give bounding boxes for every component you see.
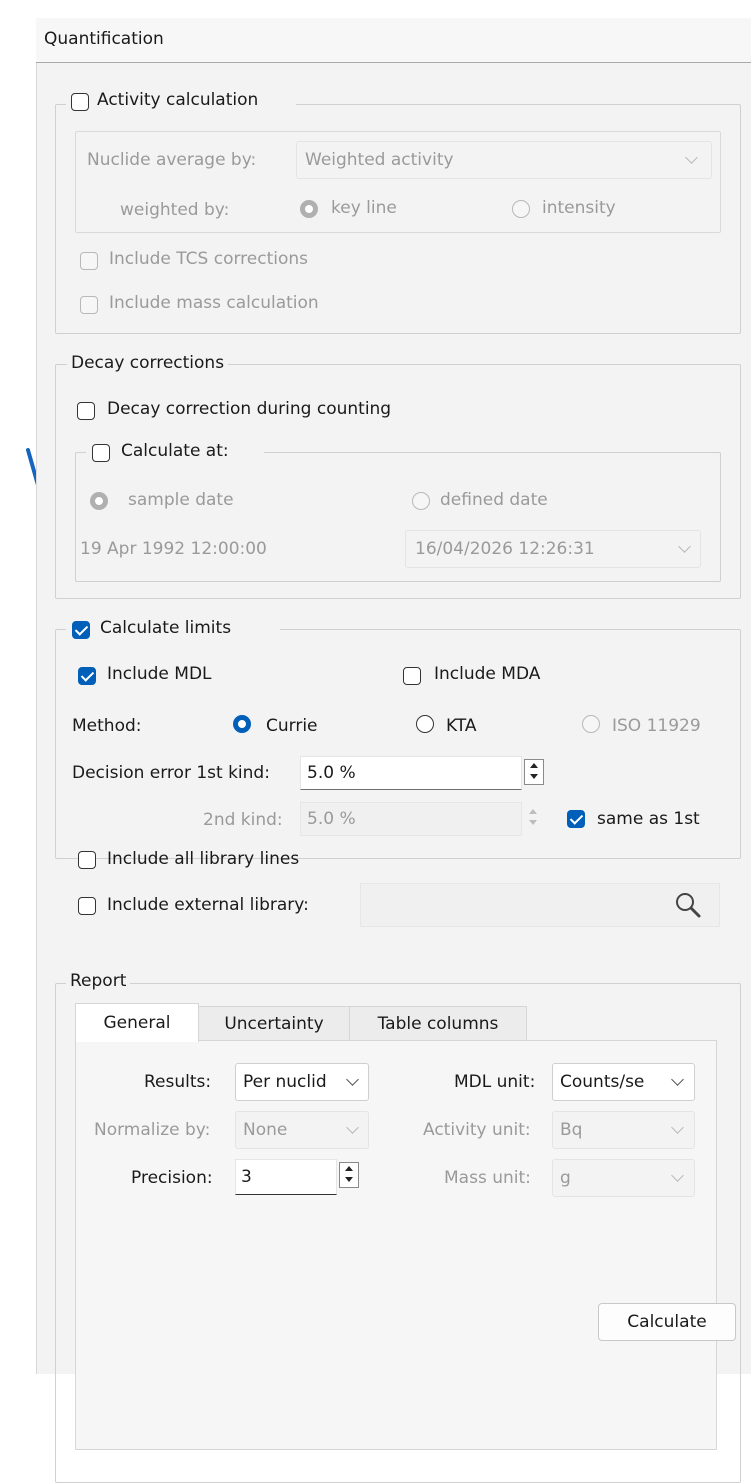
sample-date-label: sample date	[128, 490, 234, 510]
activity-calculation-checkbox[interactable]	[71, 93, 89, 111]
mass-unit-value: g	[560, 1168, 571, 1188]
normalize-by-label: Normalize by:	[94, 1120, 211, 1140]
same-as-1st-label: same as 1st	[597, 809, 700, 829]
decay-during-counting-checkbox[interactable]	[77, 402, 95, 420]
decay-group-title: Decay corrections	[67, 353, 229, 373]
mdl-unit-value: Counts/se	[560, 1072, 645, 1092]
weighted-by-label: weighted by:	[120, 200, 230, 220]
include-mda-checkbox[interactable]	[403, 667, 421, 685]
calculate-limits-checkbox[interactable]	[72, 621, 90, 639]
nuclide-average-select[interactable]: Weighted activity	[296, 141, 712, 179]
include-external-library-label: Include external library:	[107, 895, 309, 915]
defined-date-label: defined date	[440, 490, 548, 510]
precision-spinner[interactable]	[339, 1162, 359, 1188]
key-line-label: key line	[331, 198, 397, 218]
currie-radio[interactable]	[233, 715, 251, 733]
decision-error-1st-spinner[interactable]	[524, 759, 544, 785]
include-all-lines-checkbox[interactable]	[78, 851, 96, 869]
calculate-button[interactable]: Calculate	[598, 1303, 736, 1341]
include-all-lines-label: Include all library lines	[107, 849, 300, 869]
second-kind-label: 2nd kind:	[203, 810, 283, 830]
search-icon[interactable]	[673, 890, 703, 920]
kta-radio[interactable]	[416, 715, 434, 733]
decision-error-1st-input[interactable]: 5.0 %	[300, 756, 522, 790]
decision-error-2nd-spinner[interactable]	[524, 806, 542, 830]
chevron-down-icon	[685, 151, 698, 164]
tab-general[interactable]: General	[75, 1003, 199, 1042]
include-mda-label: Include MDA	[434, 664, 541, 684]
tab-table-columns[interactable]: Table columns	[349, 1006, 527, 1041]
panel-header: Quantification	[36, 18, 751, 63]
results-value: Per nuclid	[243, 1072, 327, 1092]
include-external-library-checkbox[interactable]	[78, 897, 96, 915]
include-mdl-checkbox[interactable]	[78, 667, 96, 685]
calculate-at-checkbox[interactable]	[92, 444, 110, 462]
tab-uncertainty[interactable]: Uncertainty	[198, 1006, 350, 1041]
chevron-down-icon	[346, 1121, 359, 1134]
chevron-down-icon	[671, 1169, 684, 1182]
mass-unit-label: Mass unit:	[444, 1168, 531, 1188]
decision-error-label: Decision error 1st kind:	[72, 763, 270, 783]
key-line-radio[interactable]	[300, 200, 318, 218]
sample-date-radio[interactable]	[90, 492, 108, 510]
mass-unit-select[interactable]: g	[552, 1159, 695, 1197]
kta-label: KTA	[446, 716, 477, 736]
chevron-down-icon	[671, 1121, 684, 1134]
precision-input[interactable]: 3	[235, 1159, 337, 1195]
panel-title: Quantification	[44, 29, 164, 49]
report-tab-pane	[75, 1040, 717, 1450]
defined-date-value: 16/04/2026 12:26:31	[415, 539, 595, 559]
method-label: Method:	[72, 716, 142, 736]
precision-label: Precision:	[131, 1168, 213, 1188]
activity-unit-value: Bq	[560, 1120, 583, 1140]
calculate-limits-label: Calculate limits	[100, 618, 232, 638]
calculate-at-label: Calculate at:	[121, 441, 229, 461]
results-select[interactable]: Per nuclid	[235, 1063, 369, 1101]
nuclide-average-value: Weighted activity	[305, 150, 454, 170]
nuclide-average-label: Nuclide average by:	[87, 150, 257, 170]
chevron-down-icon	[671, 1073, 684, 1086]
normalize-by-value: None	[243, 1120, 288, 1140]
currie-label: Currie	[266, 716, 318, 736]
mass-calculation-checkbox[interactable]	[80, 296, 98, 314]
mdl-unit-label: MDL unit:	[454, 1072, 536, 1092]
decision-error-2nd-value: 5.0 %	[307, 809, 356, 829]
decay-during-counting-label: Decay correction during counting	[107, 399, 392, 419]
precision-value: 3	[241, 1167, 252, 1187]
report-group-title: Report	[66, 971, 131, 991]
mass-calculation-label: Include mass calculation	[109, 293, 319, 313]
defined-date-picker[interactable]: 16/04/2026 12:26:31	[405, 530, 701, 568]
intensity-label: intensity	[542, 198, 616, 218]
normalize-by-select[interactable]: None	[235, 1111, 369, 1149]
decision-error-1st-value: 5.0 %	[307, 763, 356, 783]
intensity-radio[interactable]	[512, 200, 530, 218]
external-library-input[interactable]	[360, 883, 720, 927]
defined-date-radio[interactable]	[412, 492, 430, 510]
activity-unit-label: Activity unit:	[423, 1120, 531, 1140]
tcs-corrections-label: Include TCS corrections	[109, 249, 309, 269]
results-label: Results:	[144, 1072, 212, 1092]
include-mdl-label: Include MDL	[107, 664, 212, 684]
chevron-down-icon	[678, 540, 691, 553]
iso-11929-radio[interactable]	[582, 715, 600, 733]
mdl-unit-select[interactable]: Counts/se	[552, 1063, 695, 1101]
decision-error-2nd-input[interactable]: 5.0 %	[300, 802, 522, 836]
activity-unit-select[interactable]: Bq	[552, 1111, 695, 1149]
sample-date-value: 19 Apr 1992 12:00:00	[80, 539, 267, 559]
chevron-down-icon	[346, 1073, 359, 1086]
iso-11929-label: ISO 11929	[612, 716, 701, 736]
tcs-corrections-checkbox[interactable]	[80, 252, 98, 270]
same-as-1st-checkbox[interactable]	[567, 810, 585, 828]
activity-calculation-label: Activity calculation	[97, 90, 259, 110]
